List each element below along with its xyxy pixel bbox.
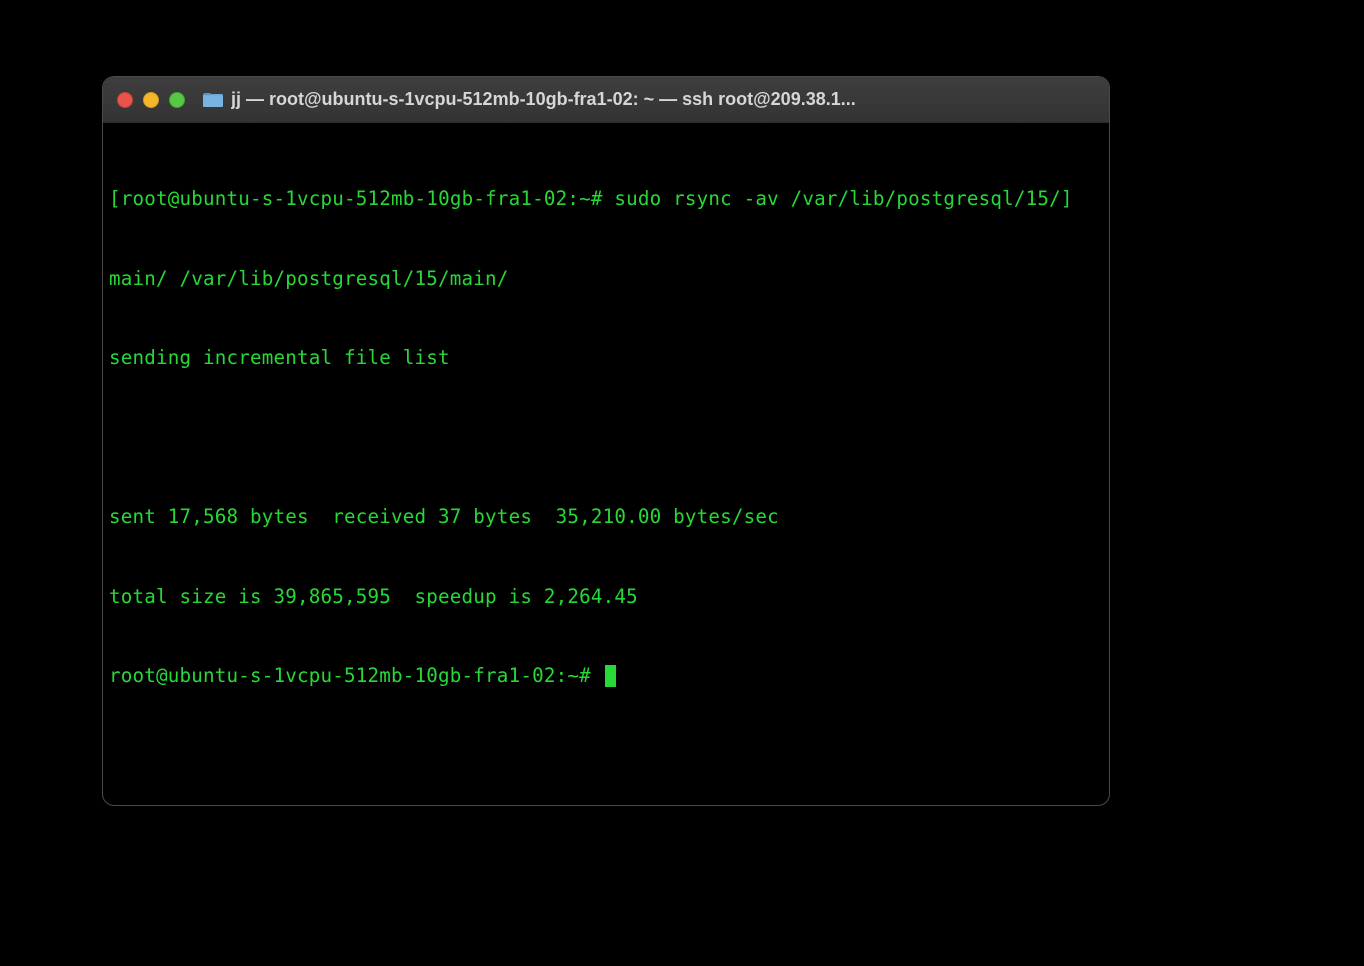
terminal-blank-line	[109, 425, 1103, 452]
terminal-line: total size is 39,865,595 speedup is 2,26…	[109, 584, 1103, 611]
terminal-line: sending incremental file list	[109, 345, 1103, 372]
terminal-line: sent 17,568 bytes received 37 bytes 35,2…	[109, 504, 1103, 531]
title-area: jj — root@ubuntu-s-1vcpu-512mb-10gb-fra1…	[203, 89, 1095, 110]
shell-prompt: root@ubuntu-s-1vcpu-512mb-10gb-fra1-02:~…	[109, 664, 603, 687]
command-continuation: main/ /var/lib/postgresql/15/main/	[109, 267, 509, 290]
folder-icon	[203, 92, 223, 108]
cursor-icon	[605, 665, 616, 687]
terminal-line: root@ubuntu-s-1vcpu-512mb-10gb-fra1-02:~…	[109, 663, 1103, 690]
window-titlebar[interactable]: jj — root@ubuntu-s-1vcpu-512mb-10gb-fra1…	[103, 77, 1109, 123]
minimize-button[interactable]	[143, 92, 159, 108]
terminal-line: [root@ubuntu-s-1vcpu-512mb-10gb-fra1-02:…	[109, 186, 1103, 213]
shell-prompt: root@ubuntu-s-1vcpu-512mb-10gb-fra1-02:~…	[121, 187, 615, 210]
zoom-button[interactable]	[169, 92, 185, 108]
output-text: sending incremental file list	[109, 346, 450, 369]
traffic-lights	[117, 92, 185, 108]
terminal-window: jj — root@ubuntu-s-1vcpu-512mb-10gb-fra1…	[102, 76, 1110, 806]
prompt-bracket-open: [	[109, 187, 121, 210]
prompt-bracket-close: ]	[1061, 187, 1073, 210]
terminal-line: main/ /var/lib/postgresql/15/main/	[109, 266, 1103, 293]
close-button[interactable]	[117, 92, 133, 108]
terminal-body[interactable]: [root@ubuntu-s-1vcpu-512mb-10gb-fra1-02:…	[103, 123, 1109, 749]
window-title: jj — root@ubuntu-s-1vcpu-512mb-10gb-fra1…	[231, 89, 856, 110]
command-text: sudo rsync -av /var/lib/postgresql/15/	[614, 187, 1061, 210]
output-text: total size is 39,865,595 speedup is 2,26…	[109, 585, 638, 608]
output-text: sent 17,568 bytes received 37 bytes 35,2…	[109, 505, 779, 528]
